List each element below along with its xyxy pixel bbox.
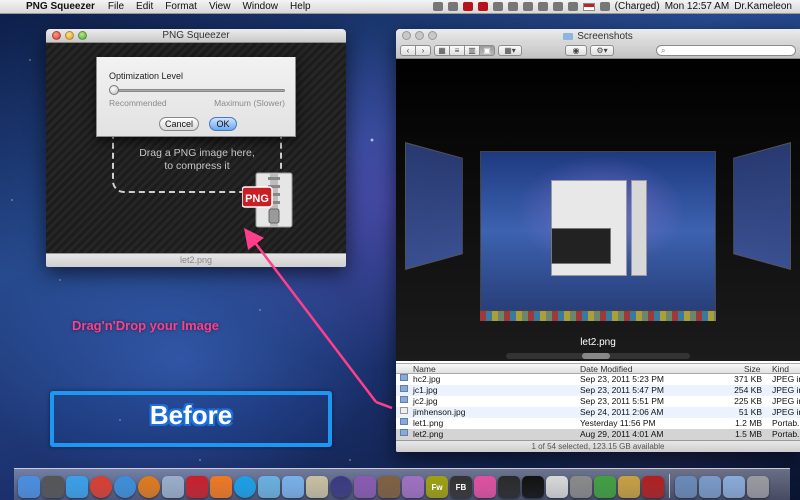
stack-icon[interactable] [354, 476, 376, 498]
png-squeezer-icon[interactable] [642, 476, 664, 498]
box-icon[interactable] [282, 476, 304, 498]
flash-icon[interactable] [186, 476, 208, 498]
eclipse-icon[interactable] [330, 476, 352, 498]
app-store-icon[interactable] [66, 476, 88, 498]
finder-icon[interactable] [18, 476, 40, 498]
fireworks-icon[interactable]: Fw [426, 476, 448, 498]
cloud-icon[interactable] [258, 476, 280, 498]
textedit-icon[interactable] [546, 476, 568, 498]
mail-icon[interactable] [162, 476, 184, 498]
applications-folder-icon[interactable] [675, 476, 697, 498]
before-annotation: Before [149, 400, 233, 430]
arrow-tail [375, 400, 393, 410]
skype-icon[interactable] [234, 476, 256, 498]
pink-app-icon[interactable] [474, 476, 496, 498]
paint-icon[interactable] [618, 476, 640, 498]
firefox-icon[interactable] [138, 476, 160, 498]
preview-icon[interactable] [306, 476, 328, 498]
green-app-icon[interactable] [594, 476, 616, 498]
dashboard-icon[interactable] [42, 476, 64, 498]
dock: Fw FB [14, 468, 790, 500]
terminal-icon[interactable] [522, 476, 544, 498]
downloads-folder-icon[interactable] [723, 476, 745, 498]
xampp-icon[interactable] [210, 476, 232, 498]
dragdrop-annotation: Drag'n'Drop your Image [72, 318, 220, 333]
safari-icon[interactable] [114, 476, 136, 498]
documents-folder-icon[interactable] [699, 476, 721, 498]
photo-icon[interactable] [378, 476, 400, 498]
trash-icon[interactable] [747, 476, 769, 498]
gear-icon[interactable] [570, 476, 592, 498]
chrome-icon[interactable] [90, 476, 112, 498]
activity-monitor-icon[interactable] [498, 476, 520, 498]
dock-separator [669, 474, 670, 498]
arrow-from-finder [243, 228, 377, 403]
facebook-icon[interactable]: FB [450, 476, 472, 498]
colorsync-icon[interactable] [402, 476, 424, 498]
